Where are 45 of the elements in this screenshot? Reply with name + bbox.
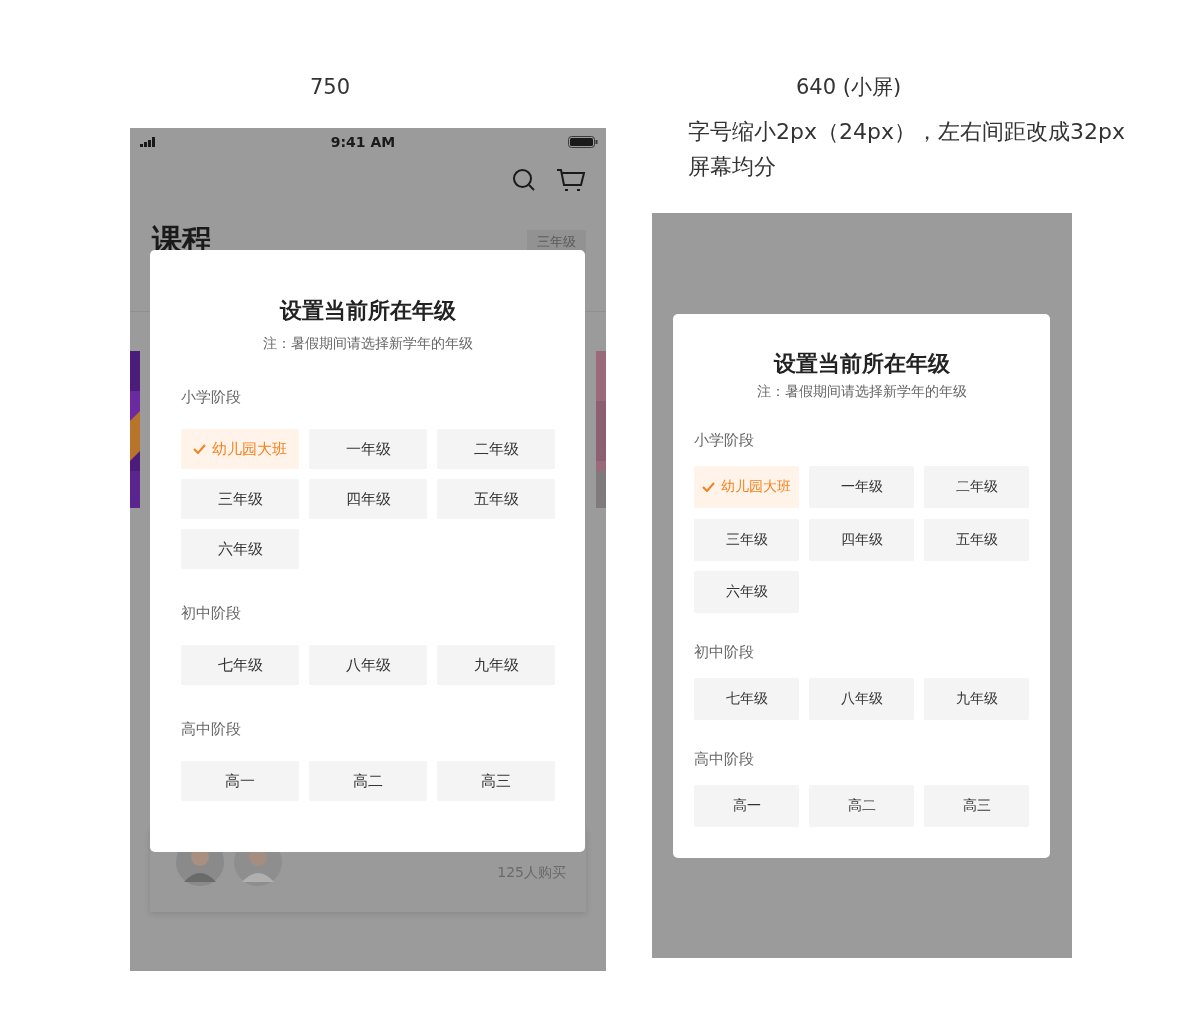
grade-option[interactable]: 九年级 [437,645,555,685]
grade-option[interactable]: 四年级 [309,479,427,519]
section-label: 高中阶段 [694,749,754,769]
design-note: 屏幕均分 [688,153,776,181]
grade-option[interactable]: 三年级 [694,518,799,561]
section-label: 初中阶段 [181,603,241,623]
grade-option[interactable]: 高三 [437,761,555,801]
grade-option[interactable]: 六年级 [181,529,299,569]
cart-icon[interactable] [556,168,586,192]
status-time: 9:41 AM [330,134,396,150]
grade-option[interactable]: 高二 [809,785,914,827]
grade-option[interactable]: 六年级 [694,571,799,613]
grade-option[interactable]: 五年级 [924,518,1029,561]
grade-option[interactable]: 九年级 [924,678,1029,720]
grade-option[interactable]: 七年级 [694,678,799,720]
grade-option[interactable]: 三年级 [181,479,299,519]
section-label: 小学阶段 [181,387,241,407]
dialog-title: 设置当前所在年级 [773,350,950,378]
battery-icon [568,136,598,148]
grade-option[interactable]: 二年级 [437,429,555,469]
check-icon [193,444,206,454]
screen-heading: 640 (小屏) [796,74,902,101]
grade-option[interactable]: 七年级 [181,645,299,685]
grade-option[interactable]: 一年级 [809,466,914,508]
grade-option[interactable]: 高二 [309,761,427,801]
check-icon [702,482,715,492]
screen-heading: 750 [310,74,351,101]
grade-option[interactable]: 一年级 [309,429,427,469]
grade-option[interactable]: 八年级 [309,645,427,685]
section-label: 初中阶段 [694,642,754,662]
grade-option[interactable]: 八年级 [809,678,914,720]
section-label: 高中阶段 [181,719,241,739]
signal-icon [140,137,158,147]
grade-option[interactable]: 四年级 [809,518,914,561]
section-label: 小学阶段 [694,430,754,450]
grade-option[interactable]: 高一 [694,785,799,827]
grade-option[interactable]: 高三 [924,785,1029,827]
grade-option[interactable]: 高一 [181,761,299,801]
grade-option[interactable]: 二年级 [924,466,1029,508]
design-note: 字号缩小2px（24px），左右间距改成32px [688,118,1125,146]
dialog-note: 注：暑假期间请选择新学年的年级 [262,334,473,353]
dialog-note: 注：暑假期间请选择新学年的年级 [756,382,967,401]
dialog-title: 设置当前所在年级 [279,297,456,325]
grade-option[interactable]: 五年级 [437,479,555,519]
search-icon[interactable] [512,168,536,192]
